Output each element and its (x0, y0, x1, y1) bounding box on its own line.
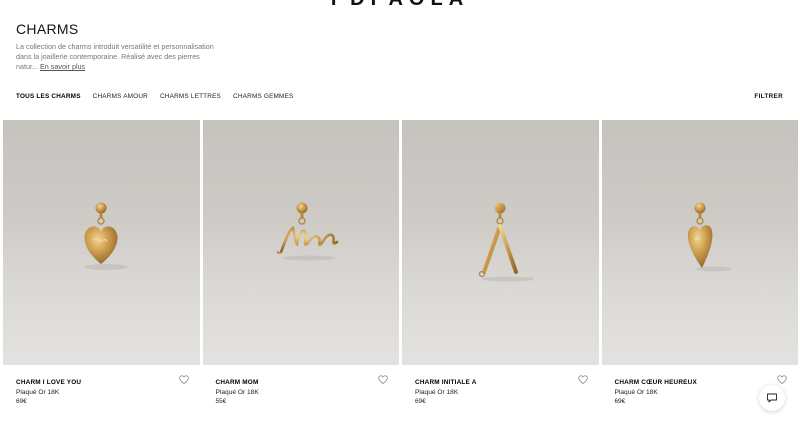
product-info: CHARM MOM Plaqué Or 18K 55€ (203, 365, 400, 420)
heart-charm-icon (84, 202, 128, 270)
product-info: CHARM INITIALE A Plaqué Or 18K 69€ (402, 365, 599, 420)
product-card[interactable]: CHARM MOM Plaqué Or 18K 55€ (202, 120, 400, 420)
chat-button[interactable] (759, 385, 785, 411)
tab-letter-charms[interactable]: CHARMS LETTRES (160, 93, 221, 100)
tab-love-charms[interactable]: CHARMS AMOUR (93, 93, 148, 100)
product-name[interactable]: CHARM CŒUR HEUREUX (615, 379, 697, 386)
product-name[interactable]: CHARM MOM (216, 379, 259, 386)
letter-a-charm-icon (478, 202, 534, 282)
filter-button[interactable]: FILTRER (754, 93, 783, 100)
brand-logo[interactable]: PDPAOLA (0, 0, 800, 11)
heart-outline-icon[interactable] (577, 373, 589, 385)
product-info: CHARM I LOVE YOU Plaqué Or 18K 69€ (3, 365, 200, 420)
product-name[interactable]: CHARM INITIALE A (415, 379, 477, 386)
page-title: CHARMS (16, 21, 79, 37)
heart-outline-icon[interactable] (178, 373, 190, 385)
product-price: 69€ (16, 398, 27, 405)
product-material: Plaqué Or 18K (415, 389, 459, 396)
read-more-link[interactable]: En savoir plus (40, 62, 85, 71)
product-image[interactable] (402, 120, 599, 365)
tab-gem-charms[interactable]: CHARMS GEMMES (233, 93, 293, 100)
heart-outline-icon[interactable] (377, 373, 389, 385)
mom-script-charm-icon (276, 202, 338, 261)
chat-bubble-icon (767, 393, 777, 403)
product-image[interactable] (601, 120, 798, 365)
category-tabs: TOUS LES CHARMS CHARMS AMOUR CHARMS LETT… (16, 93, 306, 100)
long-heart-charm-icon (687, 202, 732, 272)
product-image[interactable] (202, 120, 399, 365)
product-price: 69€ (614, 398, 626, 405)
product-card[interactable]: CHARM I LOVE YOU Plaqué Or 18K 69€ (3, 120, 200, 420)
product-grid: CHARM I LOVE YOU Plaqué Or 18K 69€ CHARM… (3, 120, 799, 420)
product-price: 69€ (415, 398, 426, 405)
heart-outline-icon[interactable] (776, 373, 788, 385)
product-image[interactable] (3, 120, 200, 365)
product-name[interactable]: CHARM I LOVE YOU (16, 379, 81, 386)
collection-intro: La collection de charms introduit versat… (16, 42, 216, 73)
product-price: 55€ (215, 398, 227, 405)
product-material: Plaqué Or 18K (16, 389, 60, 396)
product-material: Plaqué Or 18K (614, 389, 658, 396)
product-card[interactable]: CHARM INITIALE A Plaqué Or 18K 69€ (402, 120, 599, 420)
product-material: Plaqué Or 18K (215, 389, 259, 396)
product-card[interactable]: CHARM CŒUR HEUREUX Plaqué Or 18K 69€ (601, 120, 798, 420)
tab-all-charms[interactable]: TOUS LES CHARMS (16, 93, 81, 100)
